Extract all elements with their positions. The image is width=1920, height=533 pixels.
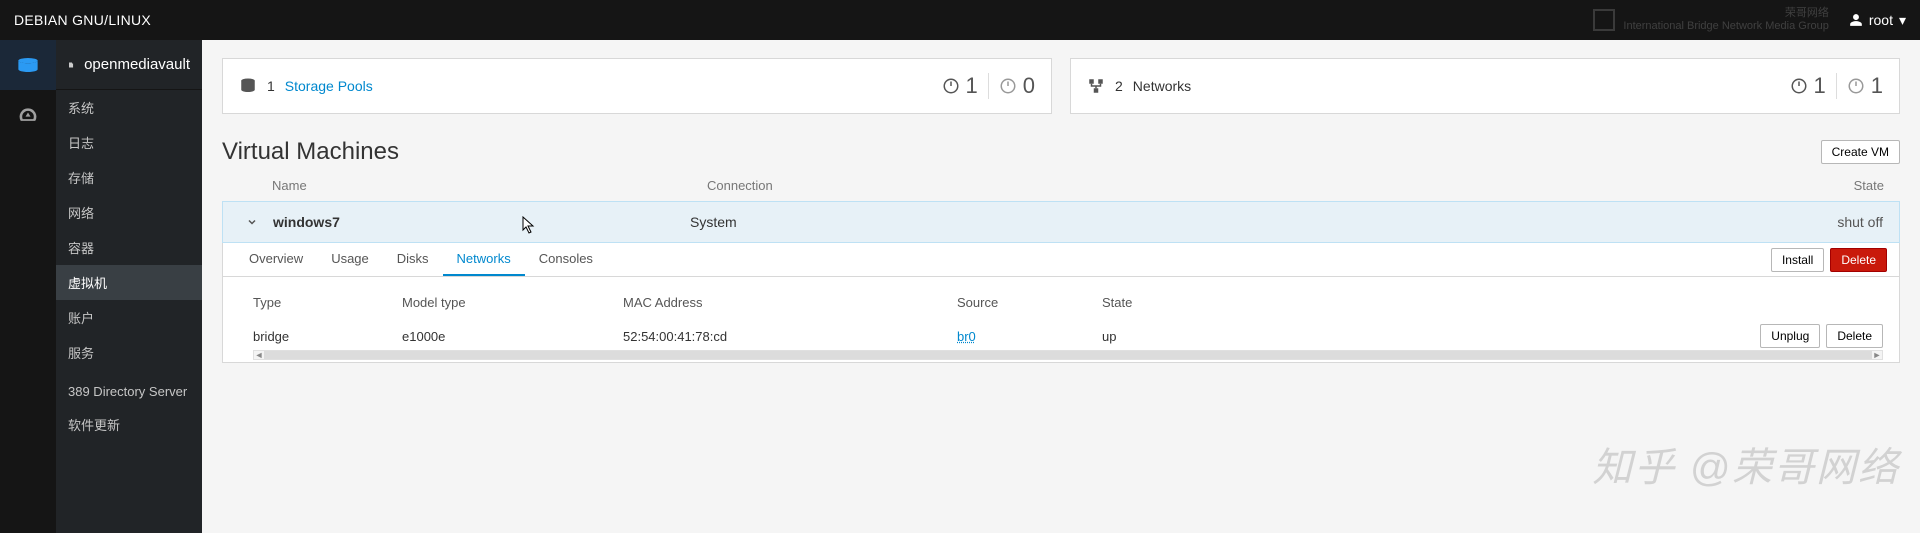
col-state: State: [1824, 178, 1884, 193]
sidebar-item-9[interactable]: 软件更新: [56, 407, 202, 442]
brand-watermark-line1: 荣哥网络: [1623, 7, 1828, 20]
vm-state: shut off: [1813, 214, 1883, 230]
rail-item-dashboard[interactable]: [0, 90, 56, 140]
power-off-icon: [999, 77, 1017, 95]
net-model: e1000e: [402, 329, 623, 344]
rail-item-storage[interactable]: [0, 40, 56, 90]
vm-tabs-row: OverviewUsageDisksNetworksConsoles Insta…: [222, 243, 1900, 277]
sidebar-item-0[interactable]: 系统: [56, 90, 202, 125]
storage-running-count: 1: [966, 73, 978, 99]
storage-stopped-count: 0: [1023, 73, 1035, 99]
net-mac: 52:54:00:41:78:cd: [623, 329, 957, 344]
install-button[interactable]: Install: [1771, 248, 1824, 272]
sidebar-item-2[interactable]: 存储: [56, 160, 202, 195]
sidebar: openmediavault 系统日志存储网络容器虚拟机账户服务 389 Dire…: [56, 40, 202, 533]
tab-networks[interactable]: Networks: [443, 243, 525, 276]
card-networks: 2 Networks 1 1: [1070, 58, 1900, 114]
user-menu[interactable]: root ▾: [1849, 12, 1906, 29]
networks-stopped-count: 1: [1871, 73, 1883, 99]
scrollbar-thumb[interactable]: [264, 351, 1872, 359]
expand-toggle[interactable]: [239, 216, 265, 228]
net-source-link[interactable]: br0: [957, 329, 976, 344]
sidebar-item-3[interactable]: 网络: [56, 195, 202, 230]
unplug-button[interactable]: Unplug: [1760, 324, 1820, 348]
networks-running-group: 1: [1790, 73, 1826, 99]
sidebar-item-5[interactable]: 虚拟机: [56, 265, 202, 300]
vm-connection: System: [690, 214, 1813, 230]
delete-button[interactable]: Delete: [1830, 248, 1887, 272]
card-storage-pools: 1 Storage Pools 1 0: [222, 58, 1052, 114]
storage-pools-link[interactable]: Storage Pools: [285, 78, 373, 94]
tab-usage[interactable]: Usage: [317, 243, 383, 276]
topbar: DEBIAN GNU/LINUX 荣哥网络 International Brid…: [0, 0, 1920, 40]
zhihu-watermark: 知乎 @荣哥网络: [1592, 435, 1900, 493]
col-net-state: State: [1102, 295, 1352, 310]
net-state: up: [1102, 329, 1352, 344]
scroll-left-arrow[interactable]: ◄: [254, 350, 264, 360]
networks-running-count: 1: [1814, 73, 1826, 99]
col-name: Name: [272, 178, 707, 193]
vm-row[interactable]: windows7 System shut off: [222, 201, 1900, 243]
tab-consoles[interactable]: Consoles: [525, 243, 607, 276]
storage-stopped-group: 0: [999, 73, 1035, 99]
power-icon: [942, 77, 960, 95]
brand-watermark: 荣哥网络 International Bridge Network Media …: [1593, 7, 1828, 33]
storage-running-group: 1: [942, 73, 978, 99]
os-title: DEBIAN GNU/LINUX: [14, 12, 151, 28]
vm-name: windows7: [265, 214, 690, 230]
col-mac: MAC Address: [623, 295, 957, 310]
sidebar-item-8[interactable]: 389 Directory Server: [56, 376, 202, 407]
net-delete-button[interactable]: Delete: [1826, 324, 1883, 348]
network-panel: Type Model type MAC Address Source State…: [222, 277, 1900, 363]
vm-table-header: Name Connection State: [222, 174, 1900, 201]
sidebar-item-7[interactable]: 服务: [56, 335, 202, 370]
network-icon: [1087, 77, 1105, 95]
database-icon: [239, 77, 257, 95]
document-icon: [68, 57, 74, 73]
user-name: root: [1869, 12, 1893, 28]
page-title: Virtual Machines: [222, 138, 399, 166]
chevron-down-icon: [246, 216, 258, 228]
caret-down-icon: ▾: [1899, 12, 1906, 29]
tab-disks[interactable]: Disks: [383, 243, 443, 276]
net-source: br0: [957, 329, 1102, 344]
net-table-header: Type Model type MAC Address Source State: [253, 295, 1883, 310]
col-source: Source: [957, 295, 1102, 310]
net-row: bridgee1000e52:54:00:41:78:cdbr0 up Unplug…: [253, 320, 1883, 352]
horizontal-scrollbar[interactable]: ◄ ►: [253, 350, 1883, 360]
storage-count: 1: [267, 78, 275, 94]
sidebar-header[interactable]: openmediavault: [56, 40, 202, 90]
scroll-right-arrow[interactable]: ►: [1872, 350, 1882, 360]
power-off-icon: [1847, 77, 1865, 95]
brand-watermark-line2: International Bridge Network Media Group: [1623, 20, 1828, 33]
sidebar-item-6[interactable]: 账户: [56, 300, 202, 335]
icon-rail: [0, 40, 56, 533]
col-model: Model type: [402, 295, 623, 310]
brand-logo-box: [1593, 9, 1615, 31]
sidebar-item-4[interactable]: 容器: [56, 230, 202, 265]
networks-stopped-group: 1: [1847, 73, 1883, 99]
sidebar-item-1[interactable]: 日志: [56, 125, 202, 160]
networks-count: 2: [1115, 78, 1123, 94]
user-icon: [1849, 13, 1863, 27]
col-connection: Connection: [707, 178, 1824, 193]
power-icon: [1790, 77, 1808, 95]
create-vm-button[interactable]: Create VM: [1821, 140, 1900, 164]
networks-label: Networks: [1133, 78, 1191, 94]
net-type: bridge: [253, 329, 402, 344]
main-content: 1 Storage Pools 1 0: [202, 40, 1920, 533]
sidebar-header-label: openmediavault: [84, 56, 190, 73]
disk-icon: [17, 58, 39, 72]
tab-overview[interactable]: Overview: [235, 243, 317, 276]
col-type: Type: [253, 295, 402, 310]
gauge-icon: [18, 105, 38, 125]
